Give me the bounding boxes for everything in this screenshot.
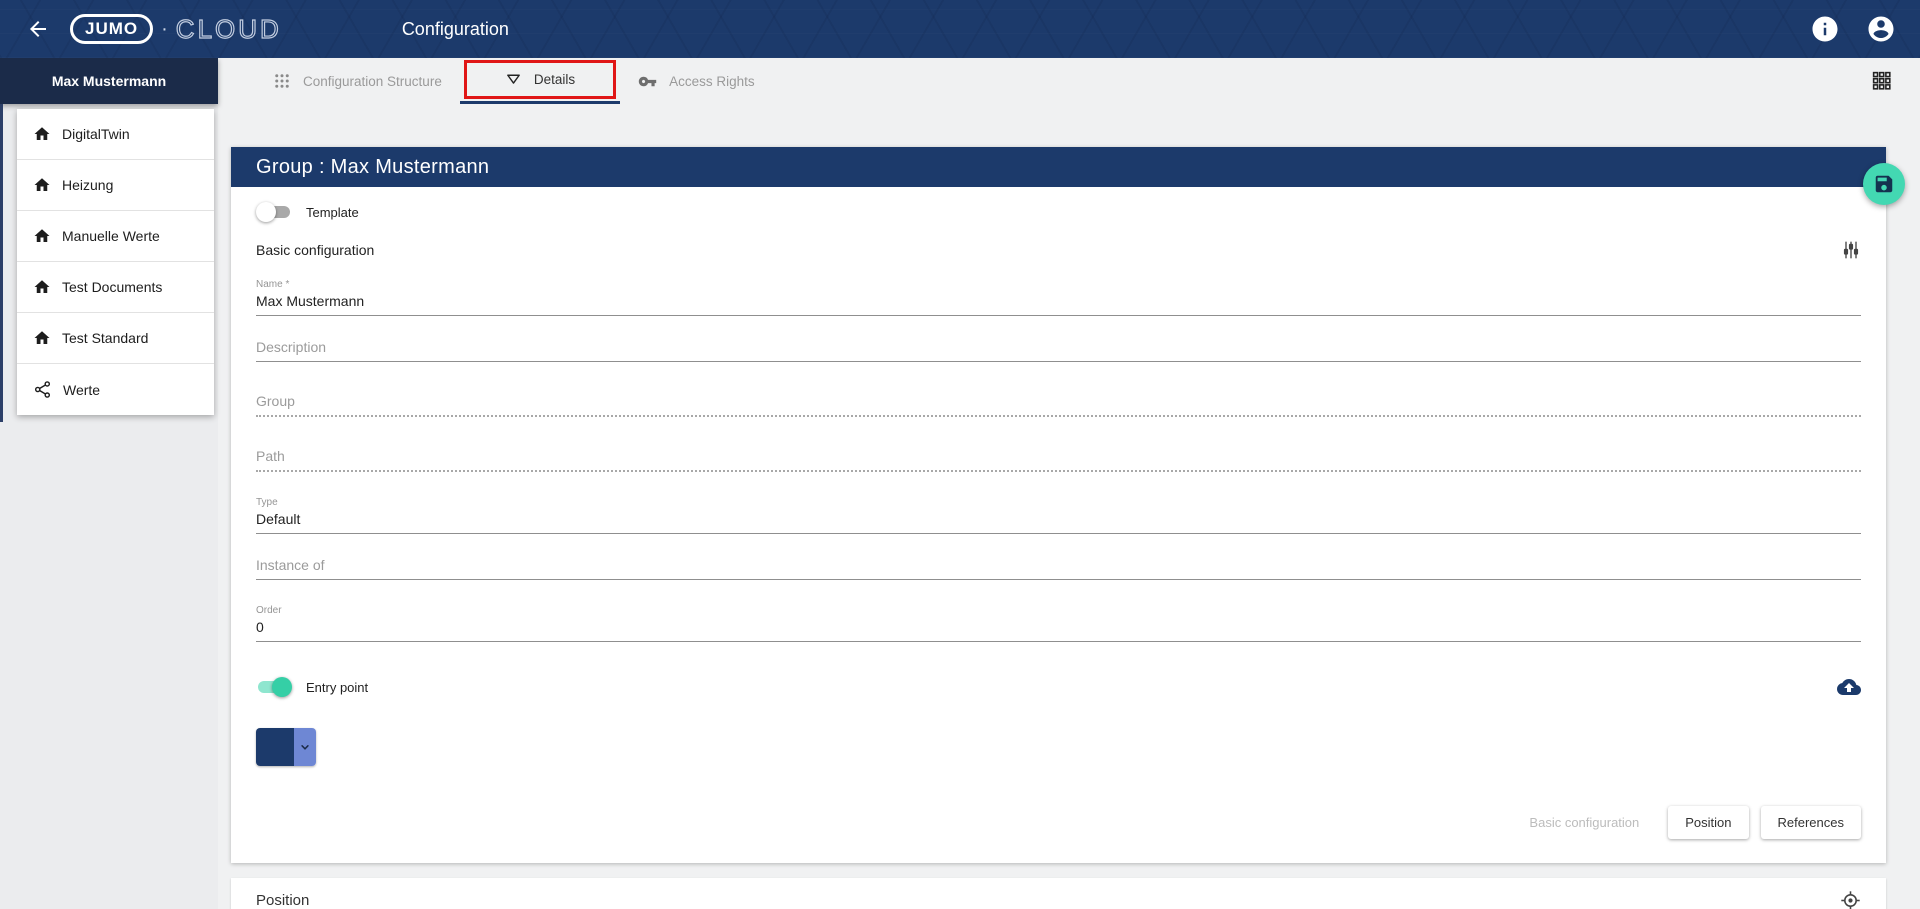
page-title: Configuration bbox=[402, 19, 509, 40]
basic-configuration-button: Basic configuration bbox=[1512, 806, 1656, 839]
field-placeholder: Instance of bbox=[256, 551, 1861, 579]
template-toggle-label: Template bbox=[306, 205, 359, 220]
sidebar-item-manuelle-werte[interactable]: Manuelle Werte bbox=[17, 211, 214, 262]
gps-target-icon bbox=[1840, 890, 1861, 909]
share-icon bbox=[33, 380, 52, 399]
position-button[interactable]: Position bbox=[1668, 806, 1748, 839]
tab-details[interactable]: Details bbox=[460, 58, 620, 104]
field-value: Default bbox=[256, 508, 1861, 533]
home-icon bbox=[33, 329, 51, 347]
color-swatch bbox=[256, 728, 294, 766]
brand-logo: JUMO · CLOUD bbox=[70, 14, 282, 45]
sliders-tune-icon[interactable] bbox=[1841, 239, 1861, 261]
panel-title: Group : Max Mustermann bbox=[256, 156, 489, 179]
color-picker-dropdown[interactable] bbox=[256, 728, 316, 766]
save-floppy-icon bbox=[1873, 173, 1895, 195]
apps-grid-icon[interactable] bbox=[1871, 70, 1892, 91]
sidebar-item-label: Werte bbox=[63, 382, 100, 398]
tab-label: Configuration Structure bbox=[303, 74, 442, 89]
type-field[interactable]: Type Default bbox=[256, 497, 1861, 534]
field-value: 0 bbox=[256, 616, 1861, 641]
key-icon bbox=[638, 72, 657, 91]
home-icon bbox=[33, 278, 51, 296]
sidebar: Max Mustermann DigitalTwin Heizung Manue… bbox=[0, 58, 218, 909]
chevron-down-icon bbox=[294, 728, 316, 766]
cloud-logo: CLOUD bbox=[176, 14, 282, 45]
account-icon[interactable] bbox=[1866, 14, 1896, 44]
field-placeholder: Description bbox=[256, 333, 1861, 361]
panel-header: Group : Max Mustermann bbox=[231, 147, 1886, 187]
sidebar-item-heizung[interactable]: Heizung bbox=[17, 160, 214, 211]
info-icon[interactable] bbox=[1810, 14, 1840, 44]
back-arrow-icon[interactable] bbox=[20, 11, 56, 47]
sidebar-accent-strip bbox=[0, 104, 3, 422]
template-toggle[interactable] bbox=[256, 203, 292, 221]
sidebar-item-test-documents[interactable]: Test Documents bbox=[17, 262, 214, 313]
main-content: Group : Max Mustermann Template Basic co… bbox=[218, 104, 1920, 909]
brand-separator: · bbox=[161, 18, 168, 41]
cloud-upload-icon[interactable] bbox=[1837, 677, 1861, 697]
field-placeholder: Group bbox=[256, 387, 1861, 415]
jumo-logo: JUMO bbox=[70, 14, 153, 44]
tab-configuration-structure[interactable]: Configuration Structure bbox=[255, 58, 460, 104]
references-button[interactable]: References bbox=[1761, 806, 1861, 839]
sidebar-item-label: Manuelle Werte bbox=[62, 228, 160, 244]
sidebar-item-label: Test Documents bbox=[62, 279, 162, 295]
sidebar-item-digitaltwin[interactable]: DigitalTwin bbox=[17, 109, 214, 160]
sidebar-header: Max Mustermann bbox=[0, 58, 218, 104]
sidebar-item-label: Heizung bbox=[62, 177, 113, 193]
filter-funnel-icon bbox=[505, 71, 522, 88]
field-label: Type bbox=[256, 497, 1861, 508]
instance-of-field[interactable]: Instance of bbox=[256, 551, 1861, 580]
home-icon bbox=[33, 176, 51, 194]
details-panel: Group : Max Mustermann Template Basic co… bbox=[231, 147, 1886, 863]
home-icon bbox=[33, 125, 51, 143]
tab-label: Access Rights bbox=[669, 74, 755, 89]
entry-point-toggle-label: Entry point bbox=[306, 680, 368, 695]
field-value: Max Mustermann bbox=[256, 290, 1861, 315]
description-field[interactable]: Description bbox=[256, 333, 1861, 362]
name-field[interactable]: Name * Max Mustermann bbox=[256, 279, 1861, 316]
position-section-row[interactable]: Position bbox=[231, 878, 1886, 909]
home-icon bbox=[33, 227, 51, 245]
save-button[interactable] bbox=[1863, 163, 1905, 205]
grid-dots-icon bbox=[273, 72, 291, 90]
section-label: Basic configuration bbox=[256, 242, 374, 258]
sidebar-item-werte[interactable]: Werte bbox=[17, 364, 214, 415]
topbar: JUMO · CLOUD Configuration bbox=[0, 0, 1920, 58]
tab-access-rights[interactable]: Access Rights bbox=[620, 58, 773, 104]
field-label: Name * bbox=[256, 279, 1861, 290]
path-field: Path bbox=[256, 442, 1861, 472]
field-placeholder: Path bbox=[256, 442, 1861, 470]
field-label: Order bbox=[256, 605, 1861, 616]
sidebar-item-test-standard[interactable]: Test Standard bbox=[17, 313, 214, 364]
order-field[interactable]: Order 0 bbox=[256, 605, 1861, 642]
entry-point-toggle[interactable] bbox=[256, 678, 292, 696]
sidebar-item-label: DigitalTwin bbox=[62, 126, 130, 142]
tab-label: Details bbox=[534, 72, 575, 87]
position-section-label: Position bbox=[256, 892, 309, 909]
sidebar-item-label: Test Standard bbox=[62, 330, 148, 346]
group-field: Group bbox=[256, 387, 1861, 417]
tab-bar: Configuration Structure Details Access R… bbox=[218, 58, 1920, 104]
